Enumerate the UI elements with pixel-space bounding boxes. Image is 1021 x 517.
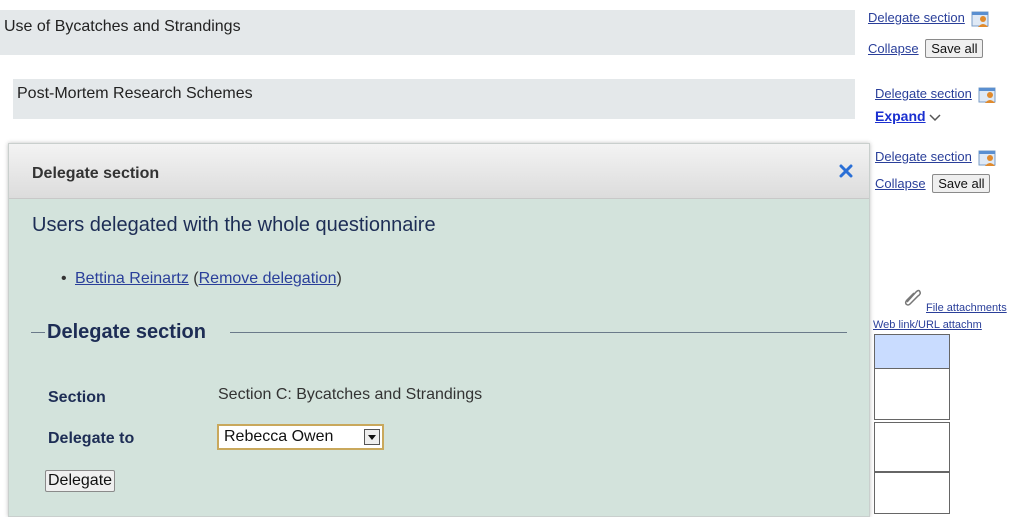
delegate-button[interactable]: Delegate — [45, 470, 116, 492]
section-title: Use of Bycatches and Strandings — [4, 18, 241, 35]
delegate-to-select[interactable]: Rebecca Owen — [217, 424, 384, 450]
section-actions: Delegate section — [868, 10, 991, 28]
close-icon[interactable] — [839, 161, 853, 184]
dropdown-arrow-icon[interactable] — [364, 429, 380, 445]
section-actions-row2: Collapse Save all — [868, 39, 984, 58]
section-title: Post-Mortem Research Schemes — [17, 85, 253, 102]
table-cell — [874, 368, 950, 420]
section-label: Section — [48, 389, 106, 406]
paperclip-icon[interactable] — [902, 288, 922, 311]
fieldset-divider — [230, 332, 847, 333]
remove-delegation-link[interactable]: Remove delegation — [199, 270, 337, 287]
delegated-users-heading: Users delegated with the whole questionn… — [32, 214, 436, 236]
collapse-link[interactable]: Collapse — [868, 41, 919, 56]
delegate-to-label: Delegate to — [48, 430, 135, 447]
chevron-down-icon[interactable] — [929, 110, 941, 125]
section-bar-bycatches: Use of Bycatches and Strandings — [0, 10, 855, 55]
section-actions: Delegate section — [875, 149, 998, 167]
dialog-header: Delegate section — [9, 144, 869, 199]
section-value: Section C: Bycatches and Strandings — [218, 386, 483, 403]
save-all-button[interactable]: Save all — [925, 39, 984, 58]
section-actions-row2: Collapse Save all — [875, 174, 991, 193]
delegate-section-link[interactable]: Delegate section — [868, 10, 965, 25]
calendar-user-icon[interactable] — [978, 149, 998, 167]
expand-link[interactable]: Expand — [875, 108, 926, 124]
save-all-button[interactable]: Save all — [932, 174, 991, 193]
fieldset-legend: Delegate section — [47, 321, 206, 343]
list-item: • Bettina Reinartz (Remove delegation) — [61, 270, 342, 288]
section-actions: Delegate section — [875, 86, 998, 104]
dialog-title: Delegate section — [32, 165, 160, 182]
weblink-attachments-link[interactable]: Web link/URL attachm — [873, 319, 982, 331]
file-attachments-link[interactable]: File attachments — [926, 302, 1007, 314]
collapse-link[interactable]: Collapse — [875, 176, 926, 191]
bullet-icon: • — [61, 270, 67, 287]
delegate-section-dialog: Delegate section Users delegated with th… — [8, 143, 870, 517]
calendar-user-icon[interactable] — [978, 86, 998, 104]
table-cell — [874, 472, 950, 514]
selected-user: Rebecca Owen — [224, 428, 334, 445]
section-bar-post-mortem: Post-Mortem Research Schemes — [13, 79, 855, 119]
remove-close-paren: ) — [336, 270, 342, 287]
delegated-user-link[interactable]: Bettina Reinartz — [75, 270, 189, 287]
table-cell — [874, 422, 950, 472]
fieldset-divider — [31, 332, 45, 333]
expand-row: Expand — [875, 108, 941, 125]
calendar-user-icon[interactable] — [971, 10, 991, 28]
delegate-section-link[interactable]: Delegate section — [875, 149, 972, 164]
table-cell-highlight — [874, 334, 950, 369]
delegate-section-link[interactable]: Delegate section — [875, 86, 972, 101]
